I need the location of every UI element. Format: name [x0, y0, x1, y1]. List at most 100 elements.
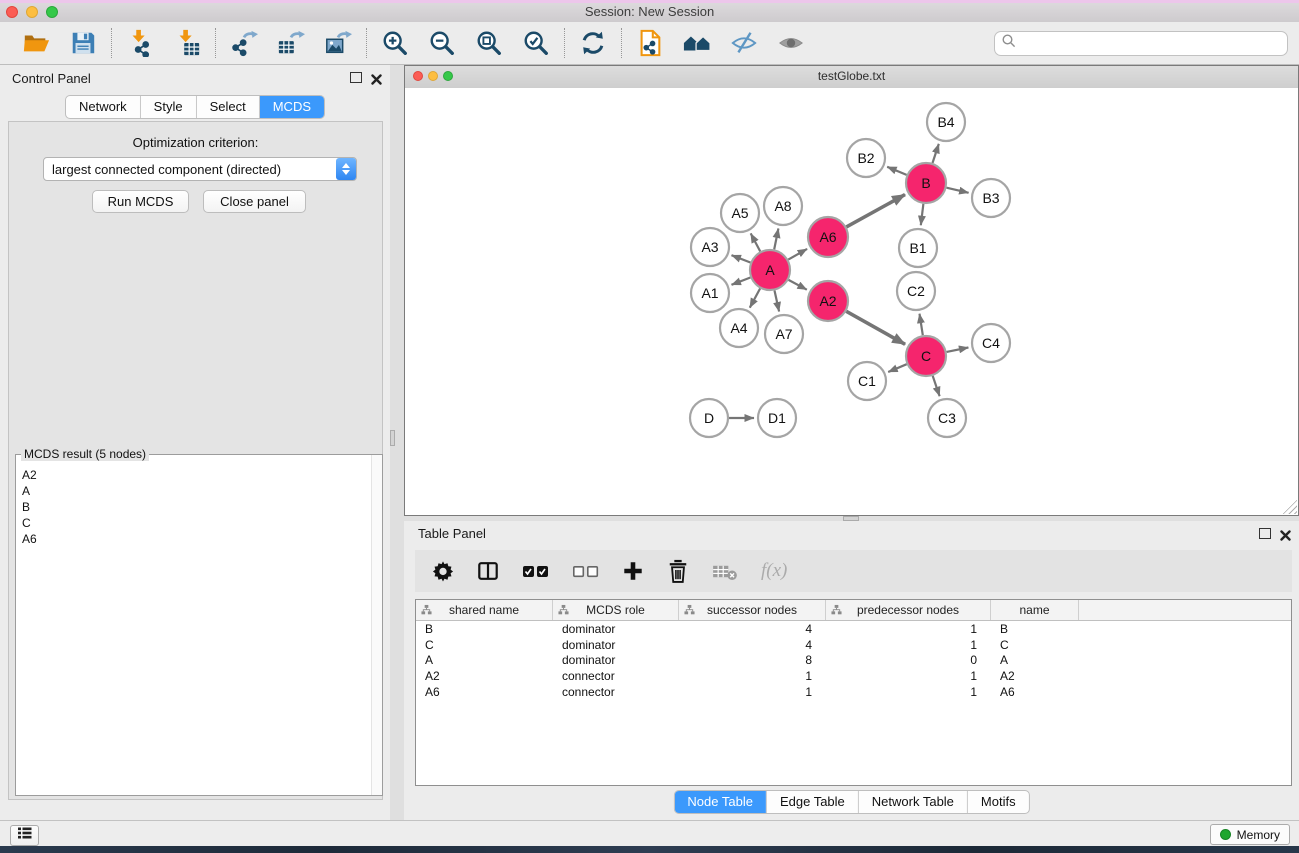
graph-node-A[interactable]: A	[750, 250, 790, 290]
graph-node-A8[interactable]: A8	[764, 187, 802, 225]
graph-edge-A-A7[interactable]	[775, 291, 780, 312]
table-row[interactable]: Cdominator41C	[416, 637, 1291, 653]
open-file-icon[interactable]	[21, 28, 51, 58]
graph-node-A7[interactable]: A7	[765, 315, 803, 353]
splitter-handle-vertical[interactable]	[390, 430, 395, 446]
graph-edge-C-C3[interactable]	[933, 376, 940, 396]
graph-node-C3[interactable]: C3	[928, 399, 966, 437]
add-column-icon[interactable]	[622, 559, 644, 583]
close-window-button[interactable]	[6, 6, 18, 18]
graph-edge-B-B2[interactable]	[887, 167, 906, 175]
graph-node-C2[interactable]: C2	[897, 272, 935, 310]
float-table-panel-icon[interactable]	[1259, 528, 1271, 539]
graph-edge-A-A4[interactable]	[750, 289, 760, 308]
graph-node-C1[interactable]: C1	[848, 362, 886, 400]
result-list-item[interactable]: A	[22, 483, 37, 499]
network-close-button[interactable]	[413, 71, 423, 81]
tab-network-table[interactable]: Network Table	[858, 791, 967, 813]
table-row[interactable]: A2connector11A2	[416, 668, 1291, 684]
delete-column-icon[interactable]	[667, 559, 689, 583]
table-row[interactable]: A6connector11A6	[416, 684, 1291, 700]
search-field[interactable]	[994, 31, 1288, 56]
graph-edge-A-A5[interactable]	[751, 233, 761, 251]
graph-node-D1[interactable]: D1	[758, 399, 796, 437]
import-network-icon[interactable]	[125, 28, 155, 58]
graph-edge-C-C1[interactable]	[888, 364, 907, 372]
export-table-icon[interactable]	[276, 28, 306, 58]
graph-edge-C-C4[interactable]	[947, 348, 969, 352]
zoom-selected-icon[interactable]	[521, 28, 551, 58]
graph-edge-A-A1[interactable]	[732, 278, 751, 285]
column-header-successor-nodes[interactable]: successor nodes	[679, 600, 826, 620]
graph-edge-A-A6[interactable]	[788, 249, 807, 260]
graph-edge-A-A8[interactable]	[774, 229, 778, 250]
graph-edge-A-A2[interactable]	[789, 280, 807, 290]
column-header-predecessor-nodes[interactable]: predecessor nodes	[826, 600, 991, 620]
tab-network[interactable]: Network	[66, 96, 140, 118]
eye-icon[interactable]	[776, 28, 806, 58]
column-header-shared-name[interactable]: shared name	[416, 600, 553, 620]
column-header-name[interactable]: name	[991, 600, 1079, 620]
graph-edge-B-B3[interactable]	[947, 188, 969, 193]
graph-node-C[interactable]: C	[906, 336, 946, 376]
graph-edge-A-A3[interactable]	[732, 255, 751, 262]
graph-edge-A6-B[interactable]	[846, 195, 905, 227]
result-list-item[interactable]: B	[22, 499, 37, 515]
deselect-all-icon[interactable]	[572, 559, 599, 583]
result-list-item[interactable]: A6	[22, 531, 37, 547]
houses-icon[interactable]	[682, 28, 712, 58]
task-history-button[interactable]	[10, 825, 39, 846]
graph-edge-C-C2[interactable]	[920, 314, 923, 336]
graph-edge-B-B4[interactable]	[933, 144, 939, 163]
eye-slash-icon[interactable]	[729, 28, 759, 58]
import-table-icon[interactable]	[172, 28, 202, 58]
graph-edge-A2-C[interactable]	[846, 311, 905, 344]
graph-node-A2[interactable]: A2	[808, 281, 848, 321]
network-minimize-button[interactable]	[428, 71, 438, 81]
refresh-icon[interactable]	[578, 28, 608, 58]
tab-select[interactable]: Select	[196, 96, 259, 118]
tab-mcds[interactable]: MCDS	[259, 96, 324, 118]
table-row[interactable]: Adominator80A	[416, 652, 1291, 668]
zoom-window-button[interactable]	[46, 6, 58, 18]
export-network-icon[interactable]	[229, 28, 259, 58]
result-scrollbar[interactable]	[371, 455, 382, 795]
result-list-item[interactable]: A2	[22, 467, 37, 483]
settings-gear-icon[interactable]	[432, 559, 454, 583]
save-session-icon[interactable]	[68, 28, 98, 58]
graph-node-A1[interactable]: A1	[691, 274, 729, 312]
run-mcds-button[interactable]: Run MCDS	[92, 190, 189, 213]
close-panel-icon[interactable]	[371, 72, 382, 83]
tab-motifs[interactable]: Motifs	[967, 791, 1029, 813]
graph-node-A3[interactable]: A3	[691, 228, 729, 266]
document-network-icon[interactable]	[635, 28, 665, 58]
network-window-titlebar[interactable]: testGlobe.txt	[405, 66, 1298, 89]
export-image-icon[interactable]	[323, 28, 353, 58]
memory-button[interactable]: Memory	[1210, 824, 1290, 845]
graph-node-A4[interactable]: A4	[720, 309, 758, 347]
close-panel-button[interactable]: Close panel	[203, 190, 306, 213]
graph-edge-B-B1[interactable]	[921, 204, 924, 225]
table-row[interactable]: Bdominator41B	[416, 621, 1291, 637]
network-graph[interactable]: B4B2BB3A5A8A6A3B1AC2A1A2A4A7C4CC1C3DD1	[405, 88, 1298, 516]
graph-node-B4[interactable]: B4	[927, 103, 965, 141]
graph-node-B3[interactable]: B3	[972, 179, 1010, 217]
graph-node-A5[interactable]: A5	[721, 194, 759, 232]
graph-node-B1[interactable]: B1	[899, 229, 937, 267]
select-all-icon[interactable]	[522, 559, 549, 583]
graph-node-B2[interactable]: B2	[847, 139, 885, 177]
minimize-window-button[interactable]	[26, 6, 38, 18]
tab-node-table[interactable]: Node Table	[674, 791, 766, 813]
network-canvas[interactable]: B4B2BB3A5A8A6A3B1AC2A1A2A4A7C4CC1C3DD1	[405, 88, 1298, 515]
tab-style[interactable]: Style	[140, 96, 196, 118]
zoom-fit-icon[interactable]	[474, 28, 504, 58]
graph-node-D[interactable]: D	[690, 399, 728, 437]
tab-edge-table[interactable]: Edge Table	[766, 791, 858, 813]
network-zoom-button[interactable]	[443, 71, 453, 81]
result-list-item[interactable]: C	[22, 515, 37, 531]
zoom-in-icon[interactable]	[380, 28, 410, 58]
float-panel-icon[interactable]	[350, 72, 362, 83]
graph-node-A6[interactable]: A6	[808, 217, 848, 257]
search-input[interactable]	[1017, 32, 1287, 54]
graph-node-C4[interactable]: C4	[972, 324, 1010, 362]
